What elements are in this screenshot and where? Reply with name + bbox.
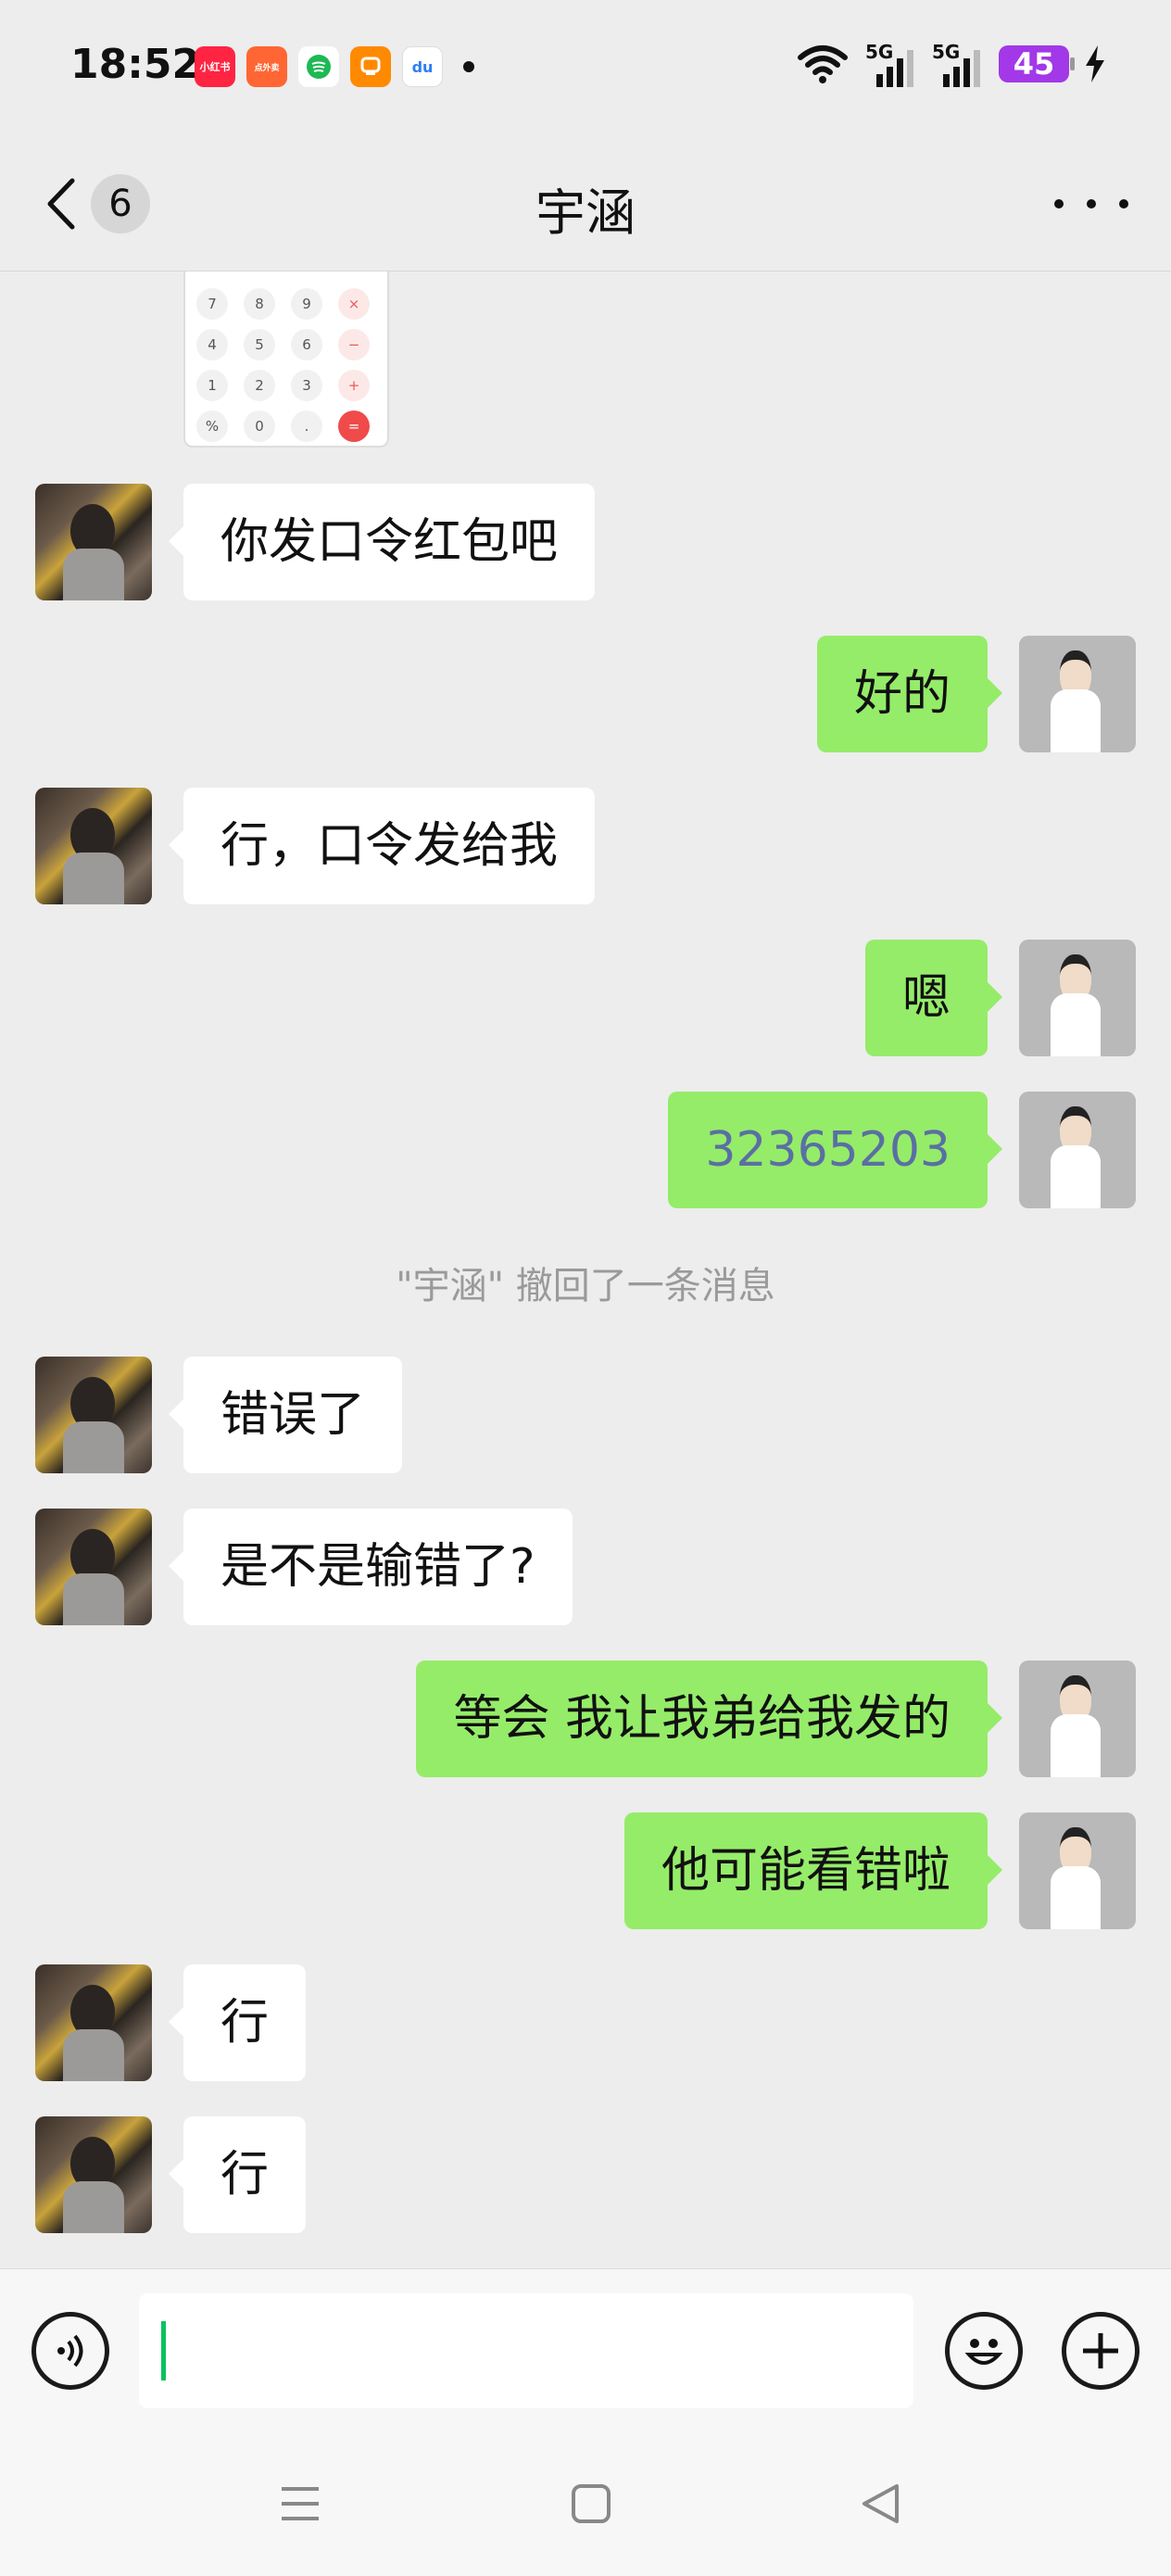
signal-bars-icon [876, 50, 913, 87]
square-icon [572, 2484, 611, 2523]
contact-avatar[interactable] [35, 484, 152, 600]
charging-bolt-icon [1086, 45, 1104, 82]
text-caret [161, 2321, 166, 2380]
baidu-icon: du [402, 46, 443, 87]
calculator-key: 9 [291, 288, 322, 320]
contact-avatar[interactable] [35, 1357, 152, 1473]
status-time: 18:52 [70, 41, 201, 88]
dot-icon [1054, 199, 1064, 208]
dot-icon [1119, 199, 1128, 208]
received-message-bubble[interactable]: 是不是输错了? [169, 1509, 573, 1625]
received-message-bubble[interactable]: 行 [168, 2116, 307, 2233]
smile-icon [964, 2339, 1003, 2365]
calculator-key: 3 [291, 370, 322, 401]
calculator-key: 2 [244, 370, 275, 401]
message-text: 等会 我让我弟给我发的 [453, 1691, 951, 1747]
calculator-image-message[interactable]: 7 8 9 × 4 5 6− 1 2 3 +% 0. = [183, 271, 389, 448]
status-bar: 18:52 小红书 点外卖 du 5G 5G 45 [0, 0, 1171, 134]
emoji-button[interactable] [945, 2312, 1023, 2390]
sent-message-bubble[interactable]: 32365203 [668, 1092, 1002, 1208]
dianping-icon: 点外卖 [246, 46, 287, 87]
message-text: 32365203 [705, 1122, 951, 1178]
signal-bars-icon [943, 50, 980, 87]
input-bar [0, 2268, 1171, 2431]
message-text: 行 [220, 1995, 270, 2051]
calculator-key: 5 [244, 329, 275, 360]
received-message-bubble[interactable]: 行 [168, 1964, 307, 2081]
calculator-key: 7 [196, 288, 228, 320]
my-avatar[interactable] [1019, 940, 1136, 1056]
calculator-key: 8 [244, 288, 275, 320]
more-options-button[interactable] [1054, 190, 1128, 218]
dot-icon [1087, 199, 1096, 208]
message-text: 好的 [853, 666, 951, 722]
calculator-key: 0 [244, 410, 275, 442]
calculator-keypad: 7 8 9 × 4 5 6− 1 2 3 +% 0. = [196, 288, 370, 442]
message-text: 行 [220, 2147, 270, 2203]
message-text: 你发口令红包吧 [220, 514, 559, 570]
calculator-key: % [196, 410, 228, 442]
contact-avatar[interactable] [35, 788, 152, 904]
received-message-bubble[interactable]: 错误了 [168, 1357, 403, 1473]
sent-message-bubble[interactable]: 等会 我让我弟给我发的 [416, 1661, 1002, 1777]
sent-message-bubble[interactable]: 他可能看错啦 [623, 1812, 1003, 1929]
sent-message-bubble[interactable]: 好的 [816, 636, 1003, 752]
contact-avatar[interactable] [35, 2116, 152, 2233]
calculator-key: + [338, 370, 370, 401]
taobao-icon [350, 46, 391, 87]
calculator-key: − [338, 329, 370, 360]
message-text: 错误了 [220, 1387, 366, 1443]
message-text: 他可能看错啦 [661, 1843, 951, 1899]
my-avatar[interactable] [1019, 636, 1136, 752]
menu-icon [282, 2487, 319, 2520]
my-avatar[interactable] [1019, 1812, 1136, 1929]
message-text: 行，口令发给我 [220, 818, 559, 874]
calculator-key: 1 [196, 370, 228, 401]
more-functions-button[interactable] [1062, 2312, 1140, 2390]
chat-header: 6 宇涵 [0, 134, 1171, 271]
calculator-key: 6 [291, 329, 322, 360]
signal-5g-2: 5G [932, 41, 984, 87]
triangle-back-icon [863, 2484, 899, 2523]
signal-5g-1: 5G [865, 41, 917, 87]
received-message-bubble[interactable]: 行，口令发给我 [168, 788, 596, 904]
contact-avatar[interactable] [35, 1964, 152, 2081]
home-button[interactable] [563, 2476, 619, 2532]
my-avatar[interactable] [1019, 1661, 1136, 1777]
message-text: 是不是输错了? [220, 1539, 535, 1595]
calculator-key: 4 [196, 329, 228, 360]
contact-avatar[interactable] [35, 1509, 152, 1625]
voice-icon [57, 2334, 83, 2368]
more-notifications-dot [463, 61, 474, 72]
calculator-key: × [338, 288, 370, 320]
system-navigation-bar [0, 2431, 1171, 2576]
recall-notice: "宇涵" 撤回了一条消息 [396, 1265, 775, 1307]
chat-app-icon [298, 46, 339, 87]
calculator-key: = [338, 410, 370, 442]
message-input[interactable] [139, 2293, 913, 2408]
my-avatar[interactable] [1019, 1092, 1136, 1208]
recent-apps-button[interactable] [272, 2476, 328, 2532]
xiaohongshu-icon: 小红书 [195, 46, 235, 87]
status-indicators: 5G 5G 45 [795, 41, 1106, 87]
message-text: 嗯 [901, 970, 951, 1026]
calculator-key: . [291, 410, 322, 442]
wifi-icon [798, 45, 848, 83]
system-back-button[interactable] [852, 2476, 908, 2532]
battery-indicator: 45 [999, 45, 1075, 82]
sent-message-bubble[interactable]: 嗯 [864, 940, 1003, 1056]
chat-title: 宇涵 [535, 183, 636, 242]
received-message-bubble[interactable]: 你发口令红包吧 [168, 484, 596, 600]
plus-icon [1083, 2333, 1118, 2368]
voice-input-button[interactable] [31, 2312, 109, 2390]
notification-app-icons: 小红书 点外卖 du [195, 46, 474, 87]
